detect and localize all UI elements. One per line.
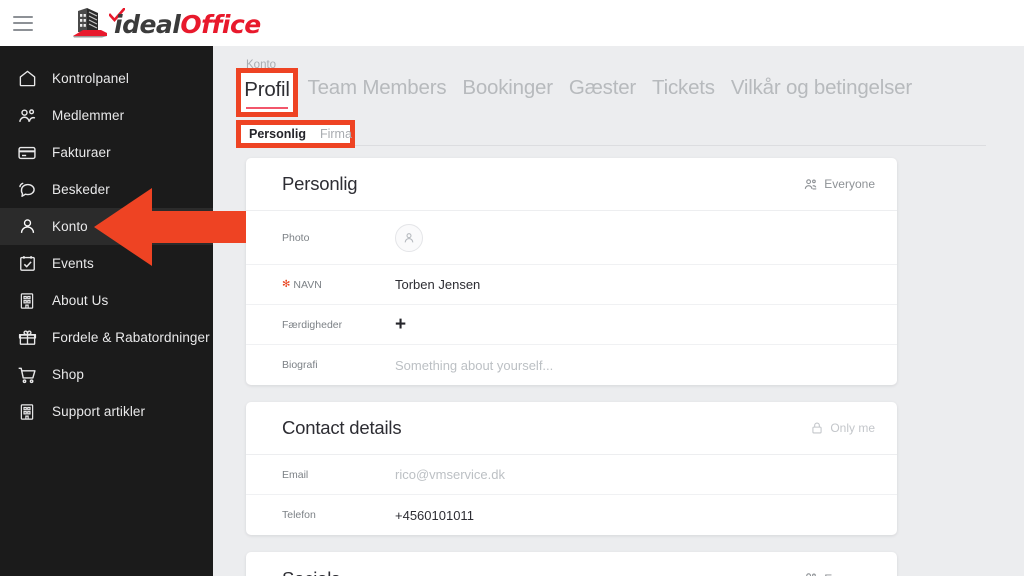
telefon-field[interactable]: +4560101011	[395, 508, 474, 523]
badge-label: Everyone	[824, 177, 875, 191]
credit-card-icon	[16, 142, 38, 164]
sidebar-item-label: Konto	[52, 219, 88, 234]
visibility-badge-only-me[interactable]: Only me	[810, 421, 875, 435]
logo-text-part2: Office	[180, 9, 261, 39]
sidebar-item-label: Kontrolpanel	[52, 71, 130, 86]
visibility-badge-everyone[interactable]: Everyone	[803, 571, 875, 576]
tab-tickets[interactable]: Tickets	[652, 76, 715, 104]
row-email[interactable]: Email rico@vmservice.dk	[246, 455, 897, 495]
card-header: Contact details Only me	[246, 402, 897, 455]
sidebar-item-label: Shop	[52, 367, 84, 382]
row-label: ✻ NAVN	[282, 279, 395, 291]
left-arrow-annotation	[94, 188, 246, 266]
home-icon	[16, 68, 38, 90]
user-icon	[16, 216, 38, 238]
building-icon	[16, 290, 38, 312]
sidebar-item-fakturaer[interactable]: Fakturaer	[0, 134, 213, 171]
row-label: Email	[282, 468, 309, 481]
people-group-icon	[16, 105, 38, 127]
row-telefon[interactable]: Telefon +4560101011	[246, 495, 897, 535]
sidebar-item-about-us[interactable]: About Us	[0, 282, 213, 319]
sidebar-item-label: Fakturaer	[52, 145, 111, 160]
row-label: Færdigheder	[282, 318, 343, 331]
sidebar-item-medlemmer[interactable]: Medlemmer	[0, 97, 213, 134]
sidebar-item-kontrolpanel[interactable]: Kontrolpanel	[0, 60, 213, 97]
sidebar-item-label: Medlemmer	[52, 108, 125, 123]
people-group-icon	[805, 178, 817, 189]
avatar[interactable]	[395, 223, 423, 252]
annotation-box-subtabs: Personlig Firma	[236, 120, 355, 148]
people-group-icon	[806, 573, 817, 576]
sidebar-item-label: About Us	[52, 293, 109, 308]
row-label: Telefon	[282, 509, 316, 521]
tab-bookinger[interactable]: Bookinger	[462, 76, 553, 104]
lock-icon	[812, 422, 822, 434]
tab-bar: Profil Team Members Bookinger Gæster Tic…	[246, 76, 912, 104]
row-biografi[interactable]: Biografi Something about yourself...	[246, 345, 897, 385]
badge-label: Only me	[830, 421, 875, 435]
card-header: Socials Everyone	[246, 552, 897, 576]
sidebar-item-support-artikler[interactable]: Support artikler	[0, 393, 213, 430]
badge-label: Everyone	[824, 572, 875, 576]
add-skill-button[interactable]: +	[395, 315, 406, 334]
card-title: Socials	[282, 568, 340, 576]
row-photo[interactable]: Photo	[246, 211, 897, 265]
logo-wordmark: idealOffice	[114, 12, 261, 37]
app-root: idealOffice Kontrolpanel Medlemmer Faktu…	[0, 0, 1024, 576]
card-title: Contact details	[282, 417, 402, 438]
calendar-check-icon	[16, 253, 38, 275]
sidebar: Kontrolpanel Medlemmer Fakturaer Beskede…	[0, 46, 213, 576]
card-personlig: Personlig Everyone Photo ✻ NAVN Torben J…	[246, 158, 897, 385]
card-title: Personlig	[282, 173, 358, 194]
sidebar-item-label: Events	[52, 256, 94, 271]
row-label-text: NAVN	[293, 278, 322, 291]
building-icon	[16, 401, 38, 423]
top-bar: idealOffice	[0, 0, 1024, 46]
card-socials: Socials Everyone	[246, 552, 897, 576]
gift-icon	[16, 327, 38, 349]
shopping-cart-icon	[16, 364, 38, 386]
user-icon	[404, 232, 414, 242]
tab-team-members[interactable]: Team Members	[308, 76, 447, 104]
cards-container: Personlig Everyone Photo ✻ NAVN Torben J…	[246, 158, 897, 576]
tab-vilkaar-og-betingelser[interactable]: Vilkår og betingelser	[731, 76, 912, 104]
annotation-subtab-active-label: Personlig	[249, 127, 306, 141]
sidebar-item-fordele-rabatordninger[interactable]: Fordele & Rabatordninger	[0, 319, 213, 356]
sub-tab-divider	[246, 145, 986, 146]
card-contact-details: Contact details Only me Email rico@vmser…	[246, 402, 897, 535]
visibility-badge-everyone[interactable]: Everyone	[803, 177, 875, 192]
row-label: Photo	[282, 231, 310, 244]
active-tab-underline	[246, 107, 288, 109]
biografi-input[interactable]: Something about yourself...	[395, 358, 553, 373]
app-logo[interactable]: idealOffice	[71, 6, 261, 40]
tab-gaester[interactable]: Gæster	[569, 76, 636, 104]
row-faerdigheder[interactable]: Færdigheder +	[246, 305, 897, 345]
sidebar-item-label: Fordele & Rabatordninger	[52, 330, 210, 345]
sidebar-item-label: Support artikler	[52, 404, 146, 419]
annotation-subtab-idle-label: Firma	[319, 127, 352, 141]
building-icon	[73, 8, 107, 38]
hamburger-icon[interactable]	[13, 15, 33, 31]
email-field[interactable]: rico@vmservice.dk	[395, 467, 505, 482]
row-navn[interactable]: ✻ NAVN Torben Jensen	[246, 265, 897, 305]
card-header: Personlig Everyone	[246, 158, 897, 211]
logo-text-part1: ideal	[114, 9, 181, 39]
required-asterisk-icon: ✻	[282, 278, 291, 290]
annotation-profil-label: Profil	[244, 77, 290, 101]
sidebar-item-shop[interactable]: Shop	[0, 356, 213, 393]
chat-bubble-icon	[16, 179, 38, 201]
row-label: Biografi	[282, 359, 318, 371]
annotation-box-profil: Profil	[236, 68, 298, 117]
row-value-navn: Torben Jensen	[395, 277, 481, 292]
